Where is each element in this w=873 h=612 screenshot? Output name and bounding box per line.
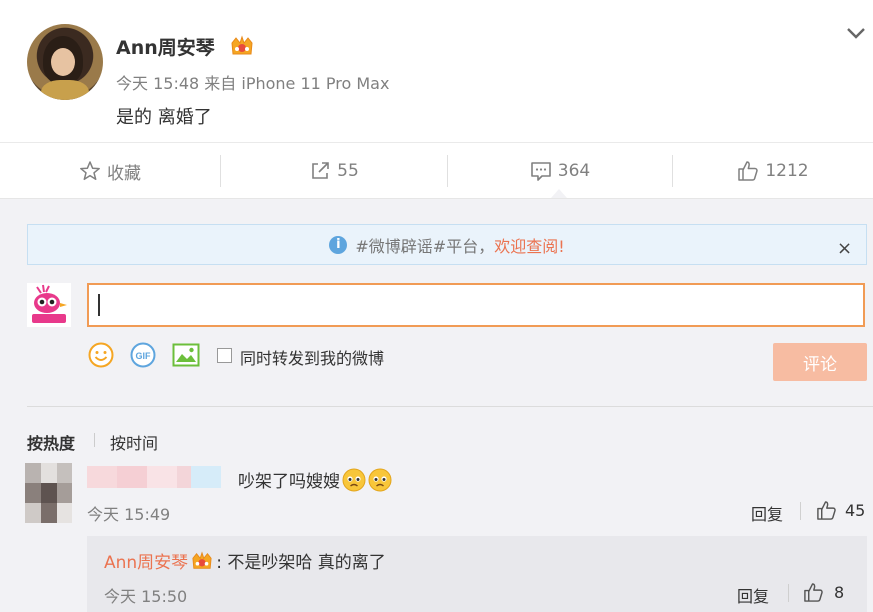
repost-button[interactable]: 55 [221,143,447,199]
commenter-avatar[interactable] [25,463,72,523]
divider [94,433,95,447]
thumbs-up-icon [817,501,836,520]
comment-time: 今天 15:49 [87,505,171,524]
avatar-shirt [41,80,89,100]
notice-link[interactable]: 欢迎查阅! [494,233,564,257]
post-text: 是的 离婚了 [116,107,212,128]
comment-text: 吵架了吗嫂嫂 [238,467,392,492]
sort-by-hot-tab[interactable]: 按热度 [27,430,75,454]
text-cursor [98,294,100,316]
rumor-notice-banner[interactable]: i #微博辟谣#平台， 欢迎查阅! [27,224,867,265]
divider [788,584,789,602]
share-icon [312,162,329,179]
close-icon[interactable]: × [837,238,852,259]
reply-line: Ann周安琴 : 不是吵架哈 真的离了 [104,548,386,573]
user-avatar[interactable] [27,24,103,100]
comment-input[interactable] [87,283,865,327]
comment-icon [530,162,551,181]
reply-like-count: 8 [834,583,845,602]
repost-checkbox-label[interactable]: 同时转发到我的微博 [240,345,384,369]
info-icon: i [329,235,348,254]
sad-emoji-icon [342,468,366,491]
bird-logo-icon [27,283,71,327]
commenter-name-blurred[interactable] [87,464,221,490]
vip-crown-icon[interactable] [229,35,255,57]
sad-emoji-icon [368,468,392,491]
reply-thread: Ann周安琴 : 不是吵架哈 真的离了 今天 15:50 回复 8 [87,536,867,612]
thumbs-up-icon [804,583,823,602]
like-count: 1212 [765,161,809,181]
post-action-bar: 收藏 55 364 1212 [0,142,873,198]
reply-like-button[interactable]: 8 [803,582,844,603]
divider [27,406,873,407]
weibo-post: Ann周安琴 今天 15:48 来自 iPhone 11 Pro Max 是的 … [0,0,873,142]
comment-body: 吵架了吗嫂嫂 [238,472,340,492]
notice-text: #微博辟谣#平台， [355,236,495,256]
reply-username[interactable]: Ann周安琴 [104,548,188,573]
svg-text:GIF: GIF [136,351,152,361]
submit-comment-button[interactable]: 评论 [773,343,867,381]
repost-count: 55 [337,161,359,181]
divider [800,502,801,520]
comment-count: 364 [557,161,591,181]
reply-time: 今天 15:50 [104,587,188,606]
repost-checkbox[interactable] [217,348,232,363]
thumbs-up-icon [738,161,759,181]
post-username[interactable]: Ann周安琴 [116,33,215,60]
emoji-icon[interactable] [88,342,114,368]
gif-icon[interactable]: GIF [130,342,156,368]
favorite-button[interactable]: 收藏 [0,143,220,199]
vip-crown-icon [192,550,212,569]
like-button[interactable]: 1212 [673,143,873,199]
my-avatar[interactable] [27,283,71,327]
comment-like-button[interactable]: 45 [816,500,865,521]
post-meta: 今天 15:48 来自 iPhone 11 Pro Max [116,74,390,93]
favorite-label: 收藏 [107,163,141,184]
reply-button[interactable]: 回复 [751,501,783,525]
image-icon[interactable] [172,343,200,367]
comment-panel: i #微博辟谣#平台， 欢迎查阅! × GIF 同时转发到我的微博 评论 按热度… [0,198,873,612]
reply-reply-button[interactable]: 回复 [737,583,769,607]
sort-by-time-tab[interactable]: 按时间 [110,430,158,454]
comment-like-count: 45 [845,501,866,520]
comment-caret [551,189,567,198]
reply-text: : 不是吵架哈 真的离了 [216,553,386,573]
avatar-face [51,48,75,76]
star-icon [80,161,100,181]
chevron-down-icon[interactable] [845,25,867,41]
